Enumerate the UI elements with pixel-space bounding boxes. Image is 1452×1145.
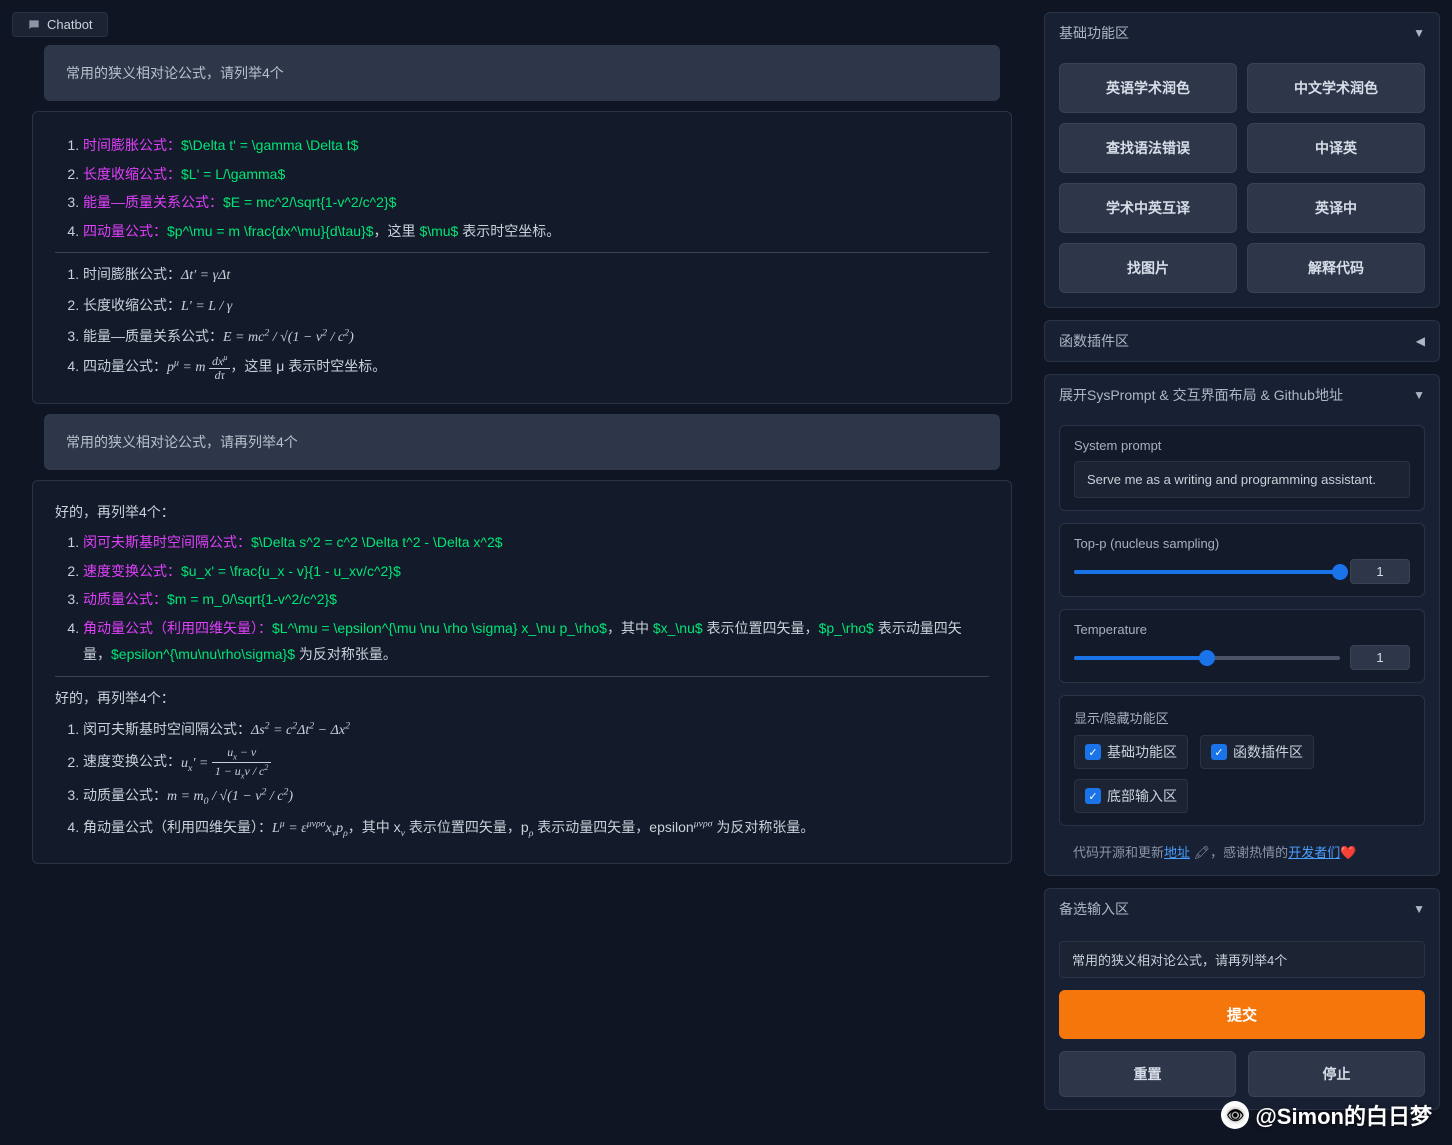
check-basic-area[interactable]: ✓基础功能区	[1074, 735, 1188, 769]
link-repo[interactable]: 地址	[1164, 845, 1190, 860]
link-devs[interactable]: 开发者们	[1288, 845, 1340, 860]
tab-chatbot[interactable]: Chatbot	[12, 12, 108, 37]
footer-note: 代码开源和更新地址 🖍，感谢热情的开发者们❤️	[1059, 838, 1425, 861]
user-message: 常用的狭义相对论公式，请列举4个	[44, 45, 1000, 101]
panel-input-header[interactable]: 备选输入区 ▼	[1045, 889, 1439, 929]
stop-button[interactable]: 停止	[1248, 1051, 1425, 1097]
bot-message: 好的，再列举4个： 闵可夫斯基时空间隔公式：$\Delta s^2 = c^2 …	[32, 480, 1012, 865]
panel-sysprompt: 展开SysPrompt & 交互界面布局 & Github地址 ▼ System…	[1044, 374, 1440, 876]
panel-basic-header[interactable]: 基础功能区 ▼	[1045, 13, 1439, 53]
chat-area: 常用的狭义相对论公式，请列举4个 时间膨胀公式：$\Delta t' = \ga…	[12, 45, 1032, 1133]
submit-button[interactable]: 提交	[1059, 990, 1425, 1039]
user-message: 常用的狭义相对论公式，请再列举4个	[44, 414, 1000, 470]
panel-sysprompt-header[interactable]: 展开SysPrompt & 交互界面布局 & Github地址 ▼	[1045, 375, 1439, 415]
btn-zh2en[interactable]: 中译英	[1247, 123, 1425, 173]
temperature-slider[interactable]	[1074, 656, 1340, 660]
panel-plugins: 函数插件区 ◀	[1044, 320, 1440, 362]
panel-input: 备选输入区 ▼ 提交 重置 停止	[1044, 888, 1440, 1110]
btn-zh-polish[interactable]: 中文学术润色	[1247, 63, 1425, 113]
bot-message: 时间膨胀公式：$\Delta t' = \gamma \Delta t$ 长度收…	[32, 111, 1012, 404]
tab-label: Chatbot	[47, 17, 93, 32]
label-system-prompt: System prompt	[1074, 438, 1410, 453]
panel-title: 展开SysPrompt & 交互界面布局 & Github地址	[1059, 385, 1343, 405]
label-temperature: Temperature	[1074, 622, 1410, 637]
panel-basic: 基础功能区 ▼ 英语学术润色 中文学术润色 查找语法错误 中译英 学术中英互译 …	[1044, 12, 1440, 308]
top-p-value[interactable]: 1	[1350, 559, 1410, 584]
check-bottom-input[interactable]: ✓底部输入区	[1074, 779, 1188, 813]
panel-plugins-header[interactable]: 函数插件区 ◀	[1045, 321, 1439, 361]
system-prompt-input[interactable]	[1074, 461, 1410, 498]
reset-button[interactable]: 重置	[1059, 1051, 1236, 1097]
chat-icon	[27, 18, 41, 32]
chevron-left-icon: ◀	[1416, 334, 1425, 348]
label-top-p: Top-p (nucleus sampling)	[1074, 536, 1410, 551]
btn-grammar[interactable]: 查找语法错误	[1059, 123, 1237, 173]
btn-academic-trans[interactable]: 学术中英互译	[1059, 183, 1237, 233]
chevron-down-icon: ▼	[1413, 388, 1425, 402]
prompt-input[interactable]	[1059, 941, 1425, 978]
chevron-down-icon: ▼	[1413, 902, 1425, 916]
checkbox-icon: ✓	[1211, 744, 1227, 760]
btn-en-polish[interactable]: 英语学术润色	[1059, 63, 1237, 113]
temperature-value[interactable]: 1	[1350, 645, 1410, 670]
checkbox-icon: ✓	[1085, 744, 1101, 760]
btn-en2zh[interactable]: 英译中	[1247, 183, 1425, 233]
btn-explain-code[interactable]: 解释代码	[1247, 243, 1425, 293]
top-p-slider[interactable]	[1074, 570, 1340, 574]
check-plugin-area[interactable]: ✓函数插件区	[1200, 735, 1314, 769]
tab-bar: Chatbot	[12, 12, 1032, 37]
label-toggle-sections: 显示/隐藏功能区	[1074, 708, 1410, 727]
panel-title: 函数插件区	[1059, 331, 1129, 351]
checkbox-icon: ✓	[1085, 788, 1101, 804]
panel-title: 备选输入区	[1059, 899, 1129, 919]
chevron-down-icon: ▼	[1413, 26, 1425, 40]
btn-find-image[interactable]: 找图片	[1059, 243, 1237, 293]
panel-title: 基础功能区	[1059, 23, 1129, 43]
